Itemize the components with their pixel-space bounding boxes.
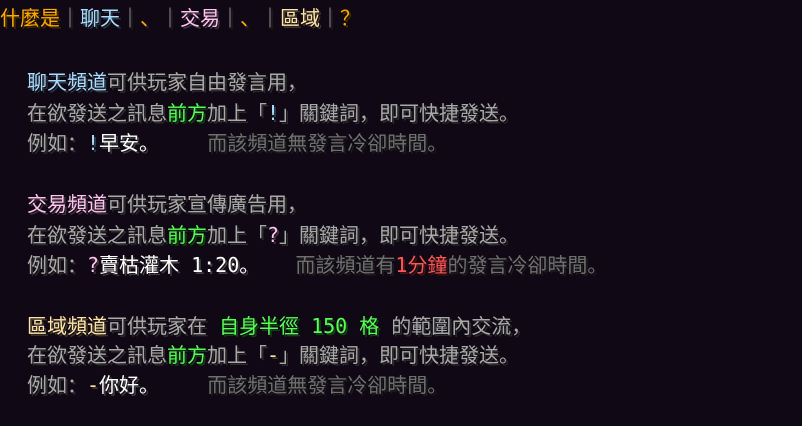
text-segment: ？ (340, 6, 360, 30)
text-segment: 例如： (27, 131, 87, 155)
text-segment: 、 (140, 6, 160, 30)
text-segment: 」關鍵詞，即可快捷發送。 (279, 223, 520, 247)
tooltip-line: 例如：-你好。 而該頻道無發言冷卻時間。 (27, 373, 447, 397)
text-segment: ｜ (160, 6, 180, 30)
text-segment: 自身半徑 150 格 (219, 314, 380, 338)
text-segment: 」關鍵詞，即可快捷發送。 (279, 343, 520, 367)
text-segment: - (87, 373, 100, 397)
text-segment: 交易頻道 (27, 192, 107, 216)
text-segment: ｜ (260, 6, 280, 30)
text-segment: 聊天頻道 (27, 70, 107, 94)
text-segment: 聊天 (80, 6, 120, 30)
text-segment: 的發言冷卻時間。 (447, 253, 608, 277)
tooltip-line: 聊天頻道可供玩家自由發言用， (27, 70, 307, 94)
text-segment: ｜ (120, 6, 140, 30)
text-segment: 、 (240, 6, 260, 30)
text-segment: 可供玩家在 (107, 314, 220, 338)
text-segment: 在欲發送之訊息 (27, 101, 167, 125)
text-segment: 的範圍內交流， (379, 314, 532, 338)
text-segment: 可供玩家宣傳廣告用， (107, 192, 307, 216)
text-segment: ! (267, 101, 280, 125)
text-segment: 前方 (167, 101, 207, 125)
tooltip-line: 區域頻道可供玩家在 自身半徑 150 格 的範圍內交流， (27, 314, 531, 338)
text-segment: 什麼是 (0, 6, 60, 30)
text-segment: 區域 (280, 6, 320, 30)
text-segment: 加上「 (207, 101, 267, 125)
tooltip-line: 在欲發送之訊息前方加上「-」關鍵詞，即可快捷發送。 (27, 343, 519, 367)
text-segment: 早安。 (99, 131, 160, 155)
tooltip-line: 例如：?賣枯灌木 1:20。 而該頻道有1分鐘的發言冷卻時間。 (27, 253, 607, 277)
text-segment: ! (87, 131, 100, 155)
text-segment: 」關鍵詞，即可快捷發送。 (279, 101, 520, 125)
text-segment: 1分鐘 (395, 253, 448, 277)
tooltip-line: 在欲發送之訊息前方加上「!」關鍵詞，即可快捷發送。 (27, 101, 519, 125)
text-segment: 你好。 (99, 373, 160, 397)
text-segment: 例如： (27, 253, 87, 277)
tooltip-line: 交易頻道可供玩家宣傳廣告用， (27, 192, 307, 216)
text-segment: 賣枯灌木 1:20。 (99, 253, 260, 277)
text-segment: ? (267, 223, 280, 247)
text-segment: ｜ (220, 6, 240, 30)
text-segment: 前方 (167, 223, 207, 247)
text-segment: 而該頻道有 (259, 253, 396, 277)
tooltip-title: 什麼是｜聊天｜、｜交易｜、｜區域｜？ (0, 6, 360, 30)
text-segment: ｜ (320, 6, 340, 30)
text-segment: 而該頻道無發言冷卻時間。 (159, 131, 448, 155)
tooltip-line: 在欲發送之訊息前方加上「?」關鍵詞，即可快捷發送。 (27, 223, 519, 247)
text-segment: 前方 (167, 343, 207, 367)
text-segment: ? (87, 253, 100, 277)
text-segment: ｜ (60, 6, 80, 30)
text-segment: 交易 (180, 6, 220, 30)
text-segment: 在欲發送之訊息 (27, 343, 167, 367)
text-segment: 而該頻道無發言冷卻時間。 (159, 373, 448, 397)
text-segment: 加上「 (207, 343, 267, 367)
text-segment: 在欲發送之訊息 (27, 223, 167, 247)
text-segment: 可供玩家自由發言用， (107, 70, 307, 94)
text-segment: 區域頻道 (27, 314, 107, 338)
text-segment: - (267, 343, 280, 367)
text-segment: 加上「 (207, 223, 267, 247)
text-segment: 例如： (27, 373, 87, 397)
tooltip-line: 例如：!早安。 而該頻道無發言冷卻時間。 (27, 131, 447, 155)
